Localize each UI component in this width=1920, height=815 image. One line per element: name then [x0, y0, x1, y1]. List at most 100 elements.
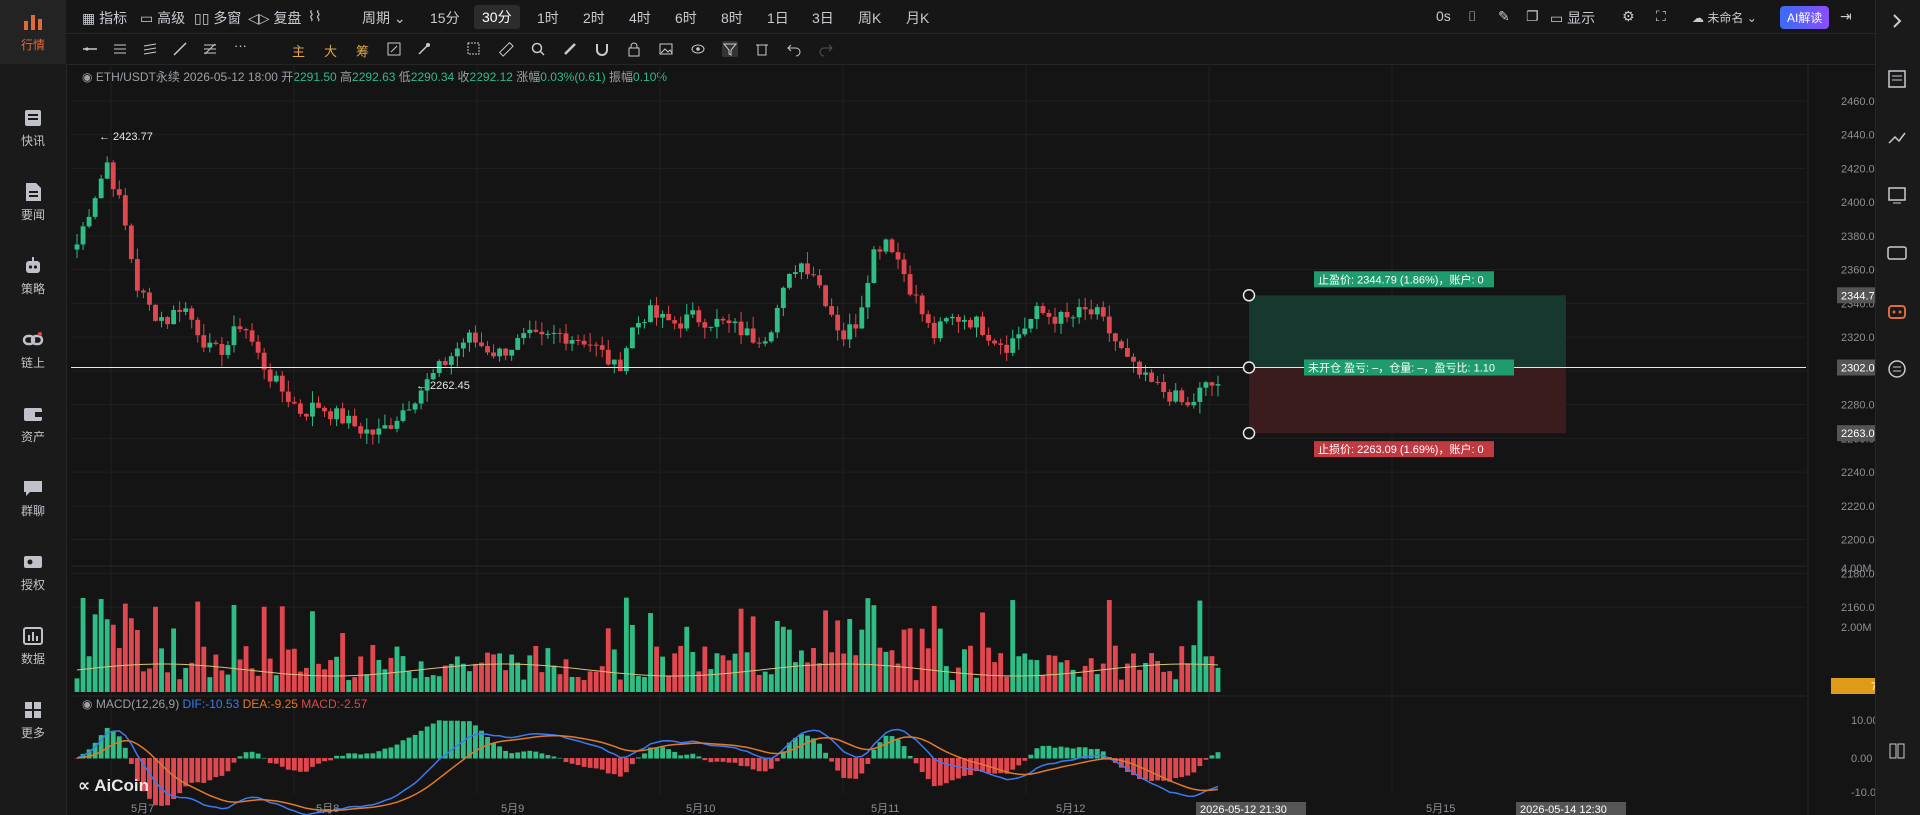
candle-body [937, 321, 943, 339]
macd-bar [889, 736, 895, 759]
lines-icon[interactable] [112, 41, 128, 57]
candle-body [159, 317, 164, 321]
brush-icon[interactable] [562, 41, 578, 57]
interval-4h[interactable]: 4时 [629, 8, 651, 28]
copy-icon[interactable]: ❐ [1526, 8, 1539, 25]
interval-15m[interactable]: 15分 [430, 8, 460, 28]
advanced-button[interactable]: ▭ 高级 [140, 8, 185, 28]
exchange-icon[interactable] [1886, 358, 1908, 380]
macd-bar [955, 758, 961, 779]
volume-bar [1088, 658, 1094, 692]
camera-icon[interactable]: ⌷ [1468, 8, 1476, 25]
ruler-icon[interactable] [498, 41, 514, 57]
multi-window-button[interactable]: ▯▯ 多窗 [194, 8, 241, 28]
volume-bar [636, 675, 641, 692]
candle-body [110, 162, 116, 190]
collapse-panel-icon[interactable] [1886, 10, 1908, 32]
indicator-button[interactable]: ▦ 指标 [82, 8, 127, 28]
nav-item-news[interactable]: 要闻 [0, 170, 66, 234]
horizontal-ray-icon[interactable] [82, 41, 98, 57]
nav-item-authorize[interactable]: 授权 [0, 540, 66, 604]
volume-bar [1173, 679, 1179, 692]
monitor-icon[interactable] [1886, 184, 1908, 206]
list-icon[interactable] [1886, 68, 1908, 90]
candle-body [503, 348, 509, 356]
interval-8h[interactable]: 8时 [721, 8, 743, 28]
interval-2h[interactable]: 2时 [583, 8, 605, 28]
etf-icon[interactable] [1886, 242, 1908, 264]
macd-bar [859, 758, 865, 774]
trash-icon[interactable] [754, 41, 770, 57]
undo-icon[interactable] [786, 41, 802, 57]
interval-1d[interactable]: 1日 [767, 8, 789, 28]
display-button[interactable]: ▭ 显示 [1550, 8, 1595, 28]
macd-bar [1173, 758, 1179, 779]
volume-bar [575, 676, 581, 692]
nav-item-market[interactable]: 行情 [0, 0, 66, 64]
macd-bar [1028, 754, 1034, 759]
nav-item-data[interactable]: 数据 [0, 614, 66, 678]
nav-item-more[interactable]: 更多 [0, 688, 66, 752]
candle-body [92, 198, 98, 217]
candle-body [859, 307, 865, 329]
nav-label: 授权 [20, 578, 45, 592]
trend-line-icon[interactable] [172, 41, 188, 57]
volume-bar [786, 629, 792, 692]
macd-bar [201, 758, 207, 783]
collapse-icon[interactable]: ⇥ [1840, 8, 1852, 25]
eye-icon[interactable] [690, 41, 706, 57]
enlarge-toggle[interactable]: 大 [324, 41, 340, 59]
main-chart-toggle[interactable]: 主 [292, 41, 308, 59]
fib-icon[interactable] [202, 41, 218, 57]
image-icon[interactable] [658, 41, 674, 57]
chip-toggle[interactable]: 筹 [356, 41, 372, 59]
redo-icon[interactable] [818, 41, 834, 57]
interval-week[interactable]: 周K [858, 8, 881, 28]
chart-type-button[interactable]: ⌇⌇ [308, 8, 322, 25]
volume-bar [436, 676, 442, 692]
candle-body [617, 359, 623, 372]
layout-icon[interactable] [1886, 740, 1908, 762]
more-tools-icon[interactable]: ··· [234, 38, 250, 54]
compare-icon[interactable] [386, 41, 402, 57]
eye-icon[interactable]: ◉ [82, 697, 92, 711]
candle-body [141, 290, 146, 293]
nav-item-flash[interactable]: 快讯 [0, 96, 66, 160]
layout-dropdown[interactable]: ☁ 未命名 ⌄ [1692, 9, 1757, 26]
settings-icon[interactable]: ⚙ [1622, 8, 1635, 25]
ai-interpret-button[interactable]: AI解读 [1780, 6, 1830, 29]
bot-icon[interactable] [1886, 300, 1908, 322]
macd-bar [569, 758, 575, 764]
zoom-icon[interactable] [530, 41, 546, 57]
volume-bar [310, 611, 315, 692]
candle-body [219, 343, 225, 355]
macd-bar [913, 758, 919, 764]
period-dropdown[interactable]: 周期 ⌄ [362, 8, 406, 28]
lock-icon[interactable] [626, 41, 642, 57]
macd-bar [768, 758, 774, 769]
interval-month[interactable]: 月K [906, 8, 929, 28]
edit-icon[interactable]: ✎ [1498, 8, 1510, 25]
interval-30m[interactable]: 30分 [474, 5, 520, 29]
interval-1h[interactable]: 1时 [537, 8, 559, 28]
channel-icon[interactable] [142, 41, 158, 57]
candle-body [153, 304, 158, 321]
nav-item-groupchat[interactable]: 群聊 [0, 466, 66, 530]
nav-item-assets[interactable]: 资产 [0, 392, 66, 456]
magnet-icon[interactable] [594, 41, 610, 57]
interval-6h[interactable]: 6时 [675, 8, 697, 28]
interval-3d[interactable]: 3日 [812, 8, 834, 28]
macd-bar [714, 758, 720, 762]
replay-button[interactable]: ◁▷ 复盘 [248, 8, 301, 28]
fullscreen-icon[interactable]: ⛶ [1656, 8, 1666, 25]
select-icon[interactable] [466, 41, 482, 57]
nav-label: 数据 [20, 652, 45, 666]
nav-item-strategy[interactable]: 策略 [0, 244, 66, 308]
candle-body [992, 340, 998, 344]
nav-item-onchain[interactable]: 链上 [0, 318, 66, 382]
trend-icon[interactable] [1886, 126, 1908, 148]
candle-body [207, 342, 213, 348]
filter-icon[interactable] [722, 41, 738, 57]
magic-icon[interactable] [416, 41, 432, 57]
candle-body [358, 426, 364, 434]
